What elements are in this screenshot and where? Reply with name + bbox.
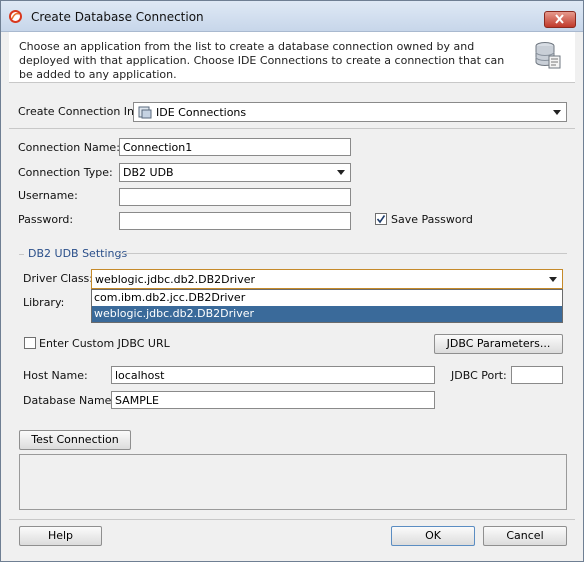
close-icon	[555, 14, 564, 24]
db2-settings-title: DB2 UDB Settings	[28, 247, 128, 260]
footer-divider	[9, 519, 575, 520]
connection-name-label: Connection Name:	[18, 141, 120, 154]
connection-type-label: Connection Type:	[18, 166, 113, 179]
intro-text: Choose an application from the list to c…	[19, 40, 505, 81]
connection-type-value: DB2 UDB	[123, 166, 174, 179]
create-in-select[interactable]: IDE Connections	[133, 102, 567, 122]
test-result-area	[19, 454, 567, 510]
host-name-label: Host Name:	[23, 369, 88, 382]
save-password-checkbox[interactable]	[375, 213, 387, 225]
database-name-label: Database Name:	[23, 394, 116, 407]
dialog-window: Create Database Connection Choose an app…	[0, 0, 584, 562]
password-label: Password:	[18, 213, 74, 226]
group-line-left	[19, 254, 24, 255]
driver-class-dropdown-list: com.ibm.db2.jcc.DB2Driver weblogic.jdbc.…	[91, 289, 563, 323]
group-line	[118, 253, 567, 254]
driver-option-weblogic[interactable]: weblogic.jdbc.db2.DB2Driver	[92, 306, 562, 322]
chevron-down-icon	[549, 277, 557, 282]
create-in-label: Create Connection In:	[18, 105, 138, 118]
help-button[interactable]: Help	[19, 526, 102, 546]
connection-name-field[interactable]: Connection1	[119, 138, 351, 156]
section-divider	[9, 128, 575, 129]
custom-jdbc-url-label: Enter Custom JDBC URL	[39, 337, 170, 350]
host-name-field[interactable]: localhost	[111, 366, 435, 384]
save-password-label: Save Password	[391, 213, 473, 226]
database-icon	[535, 42, 561, 69]
driver-class-value: weblogic.jdbc.db2.DB2Driver	[95, 273, 256, 286]
jdbc-parameters-button[interactable]: JDBC Parameters...	[434, 334, 563, 354]
test-connection-button[interactable]: Test Connection	[19, 430, 131, 450]
title-bar[interactable]: Create Database Connection	[1, 1, 583, 32]
close-button[interactable]	[544, 11, 576, 28]
connections-icon	[138, 106, 152, 119]
ok-button[interactable]: OK	[391, 526, 475, 546]
driver-class-select[interactable]: weblogic.jdbc.db2.DB2Driver	[91, 269, 563, 289]
database-name-field[interactable]: SAMPLE	[111, 391, 435, 409]
window-title: Create Database Connection	[31, 10, 204, 24]
cancel-button[interactable]: Cancel	[483, 526, 567, 546]
jdbc-port-label: JDBC Port:	[451, 369, 507, 382]
header-divider	[9, 82, 575, 83]
chevron-down-icon	[553, 110, 561, 115]
jdbc-port-field[interactable]	[511, 366, 563, 384]
chevron-down-icon	[337, 170, 345, 175]
driver-option-jcc[interactable]: com.ibm.db2.jcc.DB2Driver	[92, 290, 562, 306]
username-label: Username:	[18, 189, 78, 202]
oracle-logo-icon	[9, 10, 22, 23]
username-field[interactable]	[119, 188, 351, 206]
checkmark-icon	[376, 215, 386, 224]
create-in-value: IDE Connections	[156, 106, 247, 119]
connection-type-select[interactable]: DB2 UDB	[119, 163, 351, 182]
header-panel: Choose an application from the list to c…	[9, 32, 575, 82]
library-label: Library:	[23, 296, 65, 309]
driver-class-label: Driver Class:	[23, 272, 93, 285]
password-field[interactable]	[119, 212, 351, 230]
custom-jdbc-url-checkbox[interactable]	[24, 337, 36, 349]
